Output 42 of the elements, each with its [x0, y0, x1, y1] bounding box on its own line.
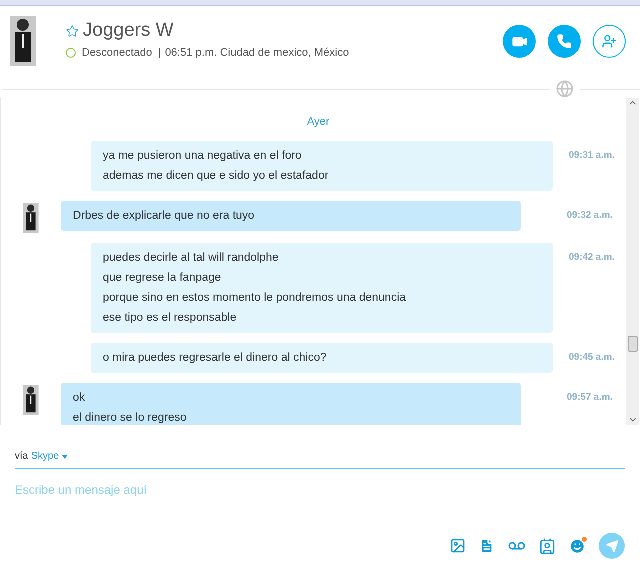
- globe-icon[interactable]: [556, 80, 574, 98]
- message-time: 09:32 a.m.: [567, 208, 613, 222]
- emoticon-icon[interactable]: [569, 538, 586, 554]
- video-call-button[interactable]: [503, 25, 536, 58]
- add-contact-button[interactable]: [593, 25, 626, 58]
- send-file-icon[interactable]: [479, 538, 495, 554]
- message-time: 09:57 a.m.: [567, 390, 613, 404]
- add-person-icon: [602, 34, 617, 49]
- scroll-thumb[interactable]: [628, 336, 638, 352]
- send-contact-icon[interactable]: [539, 538, 556, 554]
- avatar-silhouette-icon: [22, 202, 40, 232]
- paper-plane-icon: [606, 540, 618, 552]
- message-time: 09:31 a.m.: [569, 148, 615, 162]
- separator-text: |: [158, 46, 162, 61]
- message-text: que regrese la fanpage: [103, 270, 222, 286]
- send-button[interactable]: [599, 533, 625, 559]
- send-image-icon[interactable]: [450, 538, 466, 554]
- message-input-field[interactable]: Escribe un mensaje aquí: [15, 481, 625, 499]
- local-time-location: 06:51 p.m. Ciudad de mexico, México: [165, 46, 350, 61]
- message-text: puedes decirle al tal will randolphe: [103, 250, 280, 266]
- status-text: Desconectado: [82, 46, 152, 61]
- day-separator-label: Ayer: [307, 115, 330, 130]
- message-text: ok: [73, 390, 86, 406]
- avatar-silhouette-icon: [10, 16, 36, 66]
- avatar-silhouette-icon: [22, 384, 40, 414]
- message-text: el dinero se lo regreso: [73, 410, 188, 425]
- message-text: o mira puedes regresarle el dinero al chico?: [103, 350, 328, 366]
- service-dropdown[interactable]: Skype: [31, 449, 68, 464]
- status-icon: [66, 48, 76, 58]
- via-label: vía: [15, 450, 28, 464]
- message-text: ese tipo es el responsable: [103, 310, 238, 326]
- favorite-star-icon[interactable]: [66, 24, 79, 38]
- message-text: ya me pusieron una negativa en el foro: [103, 148, 303, 164]
- message-text: Drbes de explicarle que no era tuyo: [73, 208, 256, 224]
- message-text: ademas me dicen que e sido yo el estafador: [103, 168, 330, 184]
- phone-icon: [557, 34, 572, 49]
- call-button[interactable]: [548, 25, 581, 58]
- message-time: 09:42 a.m.: [569, 250, 615, 264]
- scrollbar[interactable]: [626, 98, 639, 425]
- message-time: 09:45 a.m.: [569, 350, 615, 364]
- message-text: porque sino en estos momento le pondremos una denuncia: [103, 290, 408, 306]
- contact-name: Joggers W: [83, 20, 174, 42]
